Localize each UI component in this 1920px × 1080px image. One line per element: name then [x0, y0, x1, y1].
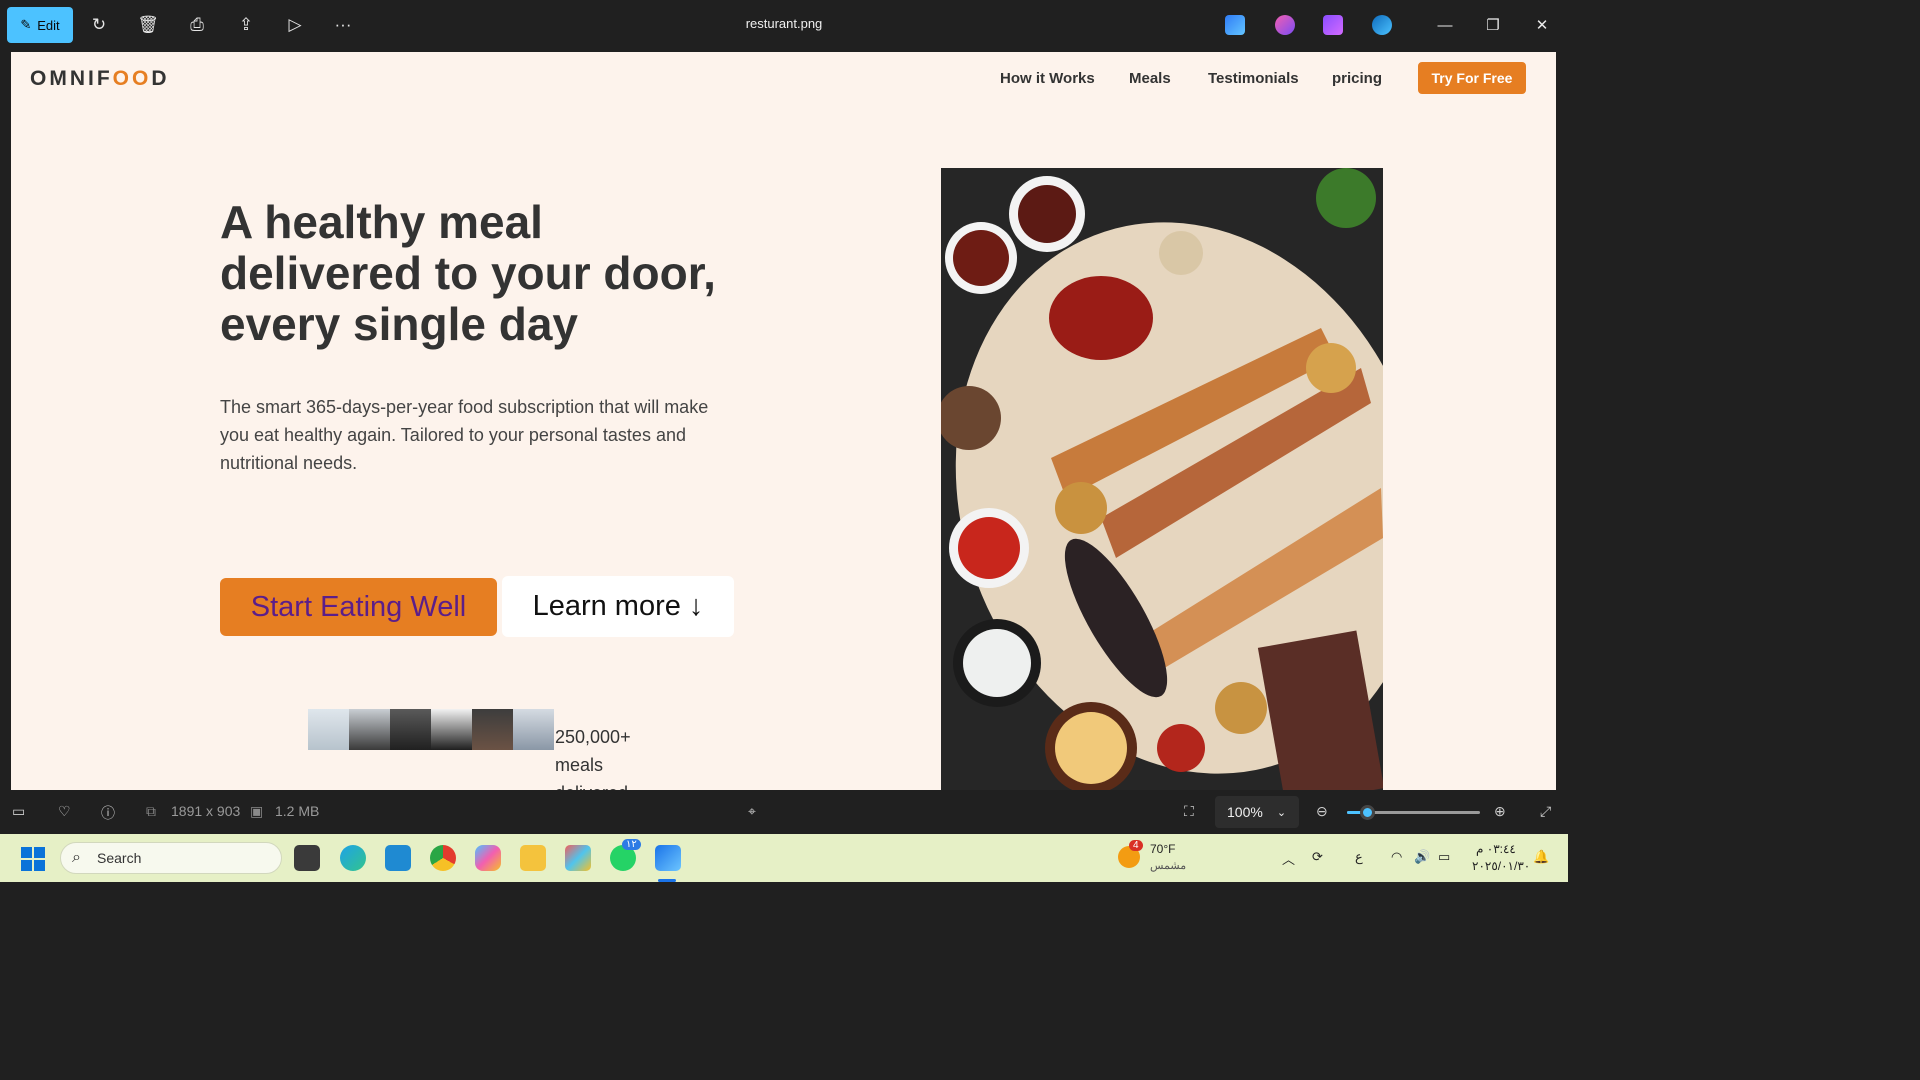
- chevron-down-icon: ⌄: [1276, 806, 1287, 819]
- avatar: [513, 709, 554, 750]
- filmstrip-icon[interactable]: ▭: [12, 803, 25, 820]
- nav-testimonials: Testimonials: [1208, 70, 1299, 87]
- file-size: 1.2 MB: [275, 803, 320, 819]
- zoom-slider-thumb[interactable]: [1359, 805, 1375, 820]
- favorite-icon[interactable]: ♡: [58, 803, 71, 820]
- more-button[interactable]: ···: [325, 7, 361, 43]
- avatar: [349, 709, 390, 750]
- taskbar-search-input[interactable]: ⌕ Search: [60, 842, 282, 874]
- app-icon[interactable]: [565, 845, 591, 871]
- avatar: [431, 709, 472, 750]
- visual-search-icon[interactable]: ⌖: [748, 803, 756, 820]
- meals-delivered-stat: 250,000+ meals delivered: [555, 727, 631, 790]
- nav-how-it-works: How it Works: [1000, 70, 1095, 87]
- filesize-icon: ▣: [250, 803, 264, 819]
- food-platter-image: [941, 168, 1383, 790]
- avatar: [308, 709, 349, 750]
- battery-icon[interactable]: ▭: [1438, 849, 1450, 865]
- clock-date[interactable]: ٢٠٢٥/٠١/٣٠: [1472, 859, 1530, 873]
- try-for-free-button: Try For Free: [1418, 62, 1526, 94]
- nav-meals: Meals: [1129, 70, 1171, 87]
- learn-more-button: Learn more ↓: [502, 576, 734, 637]
- customer-avatars: [308, 709, 554, 750]
- share-icon: ⇪: [238, 15, 254, 34]
- sync-icon[interactable]: ⟳: [1312, 849, 1323, 865]
- omnifood-logo: OMNIFOOD: [30, 67, 170, 91]
- designer-icon[interactable]: [1225, 15, 1245, 35]
- minimize-icon: —: [1437, 16, 1453, 34]
- photos-window: ✎ Edit ↻ 🗑 ⎙ ⇪ ▷ ··· resturant.png — ❐ ✕…: [0, 0, 1568, 834]
- zoom-value: 100%: [1227, 804, 1263, 820]
- copilot-taskbar-icon[interactable]: [475, 845, 501, 871]
- wifi-icon[interactable]: ◠: [1391, 849, 1402, 865]
- weather-badge: 4: [1129, 840, 1143, 851]
- edit-label: Edit: [37, 17, 60, 33]
- close-button[interactable]: ✕: [1527, 10, 1557, 40]
- nav-pricing: pricing: [1332, 70, 1383, 87]
- window-title: resturant.png: [745, 16, 823, 31]
- edit-icon: ✎: [20, 17, 32, 32]
- print-icon: ⎙: [190, 15, 204, 34]
- clipchamp-icon[interactable]: [1323, 15, 1343, 35]
- rotate-icon: ↻: [91, 15, 107, 34]
- volume-icon[interactable]: 🔊: [1414, 849, 1430, 865]
- status-bar: ▭ ♡ ⓘ ⧉ 1891 x 903 ▣ 1.2 MB ⌖ ⛶ 100% ⌄ ⊖…: [0, 790, 1568, 834]
- zoom-dropdown[interactable]: 100% ⌄: [1215, 796, 1299, 828]
- weather-desc: مشمس: [1150, 860, 1187, 872]
- search-icon: ⌕: [72, 849, 81, 866]
- title-bar: ✎ Edit ↻ 🗑 ⎙ ⇪ ▷ ··· resturant.png — ❐ ✕: [0, 0, 1568, 50]
- image-dimensions: 1891 x 903: [171, 803, 241, 819]
- slideshow-button[interactable]: ▷: [277, 7, 313, 43]
- info-icon[interactable]: ⓘ: [101, 803, 115, 823]
- rotate-button[interactable]: ↻: [81, 7, 117, 43]
- delete-button[interactable]: 🗑: [130, 7, 166, 43]
- file-explorer-icon[interactable]: [520, 845, 546, 871]
- whatsapp-badge: ١٢: [622, 839, 641, 850]
- windows-start-icon[interactable]: [21, 847, 45, 871]
- play-icon: ▷: [288, 15, 302, 34]
- fullscreen-icon[interactable]: ⤢: [1540, 803, 1551, 820]
- close-icon: ✕: [1535, 17, 1549, 34]
- logo-oo: OO: [112, 67, 152, 90]
- onedrive-icon[interactable]: [1372, 15, 1392, 35]
- notification-icon[interactable]: 🔔: [1533, 849, 1549, 865]
- edit-button[interactable]: ✎ Edit: [7, 7, 73, 43]
- print-button[interactable]: ⎙: [179, 7, 215, 43]
- photos-icon[interactable]: [655, 845, 681, 871]
- task-view-icon[interactable]: [294, 845, 320, 871]
- tray-chevron-icon[interactable]: ︿: [1282, 849, 1295, 868]
- hero-description: The smart 365-days-per-year food subscri…: [220, 397, 709, 473]
- avatar: [390, 709, 431, 750]
- copilot-icon[interactable]: [1275, 15, 1295, 35]
- fit-icon[interactable]: ⛶: [1184, 803, 1194, 820]
- vscode-icon[interactable]: [385, 845, 411, 871]
- minimize-button[interactable]: —: [1430, 10, 1460, 40]
- hero-title: A healthy meal delivered to your door, e…: [220, 196, 716, 350]
- input-language[interactable]: ع: [1355, 849, 1363, 865]
- dimensions-icon: ⧉: [146, 803, 156, 819]
- weather-temp: 70°F: [1150, 842, 1176, 856]
- chrome-icon[interactable]: [430, 845, 456, 871]
- more-icon: ···: [334, 15, 352, 34]
- start-eating-button: Start Eating Well: [220, 578, 497, 636]
- avatar: [472, 709, 513, 750]
- restore-icon: ❐: [1486, 17, 1500, 34]
- zoom-out-icon[interactable]: ⊖: [1316, 803, 1328, 820]
- zoom-in-icon[interactable]: ⊕: [1494, 803, 1506, 820]
- logo-prefix: OMNIF: [30, 67, 113, 90]
- logo-suffix: D: [151, 67, 170, 90]
- share-button[interactable]: ⇪: [228, 7, 264, 43]
- trash-icon: 🗑: [137, 15, 159, 34]
- active-indicator: [658, 879, 676, 882]
- clock-time[interactable]: ٠٣:٤٤ م: [1476, 842, 1516, 856]
- image-viewer[interactable]: OMNIFOOD How it Works Meals Testimonials…: [11, 52, 1556, 790]
- taskbar: ⌕ Search ١٢ 4 70°F مشمس ︿ ⟳ ع ◠ 🔊 ▭ ٠٣:٤…: [0, 834, 1568, 882]
- search-placeholder: Search: [97, 850, 142, 866]
- restore-button[interactable]: ❐: [1478, 10, 1508, 40]
- edge-icon[interactable]: [340, 845, 366, 871]
